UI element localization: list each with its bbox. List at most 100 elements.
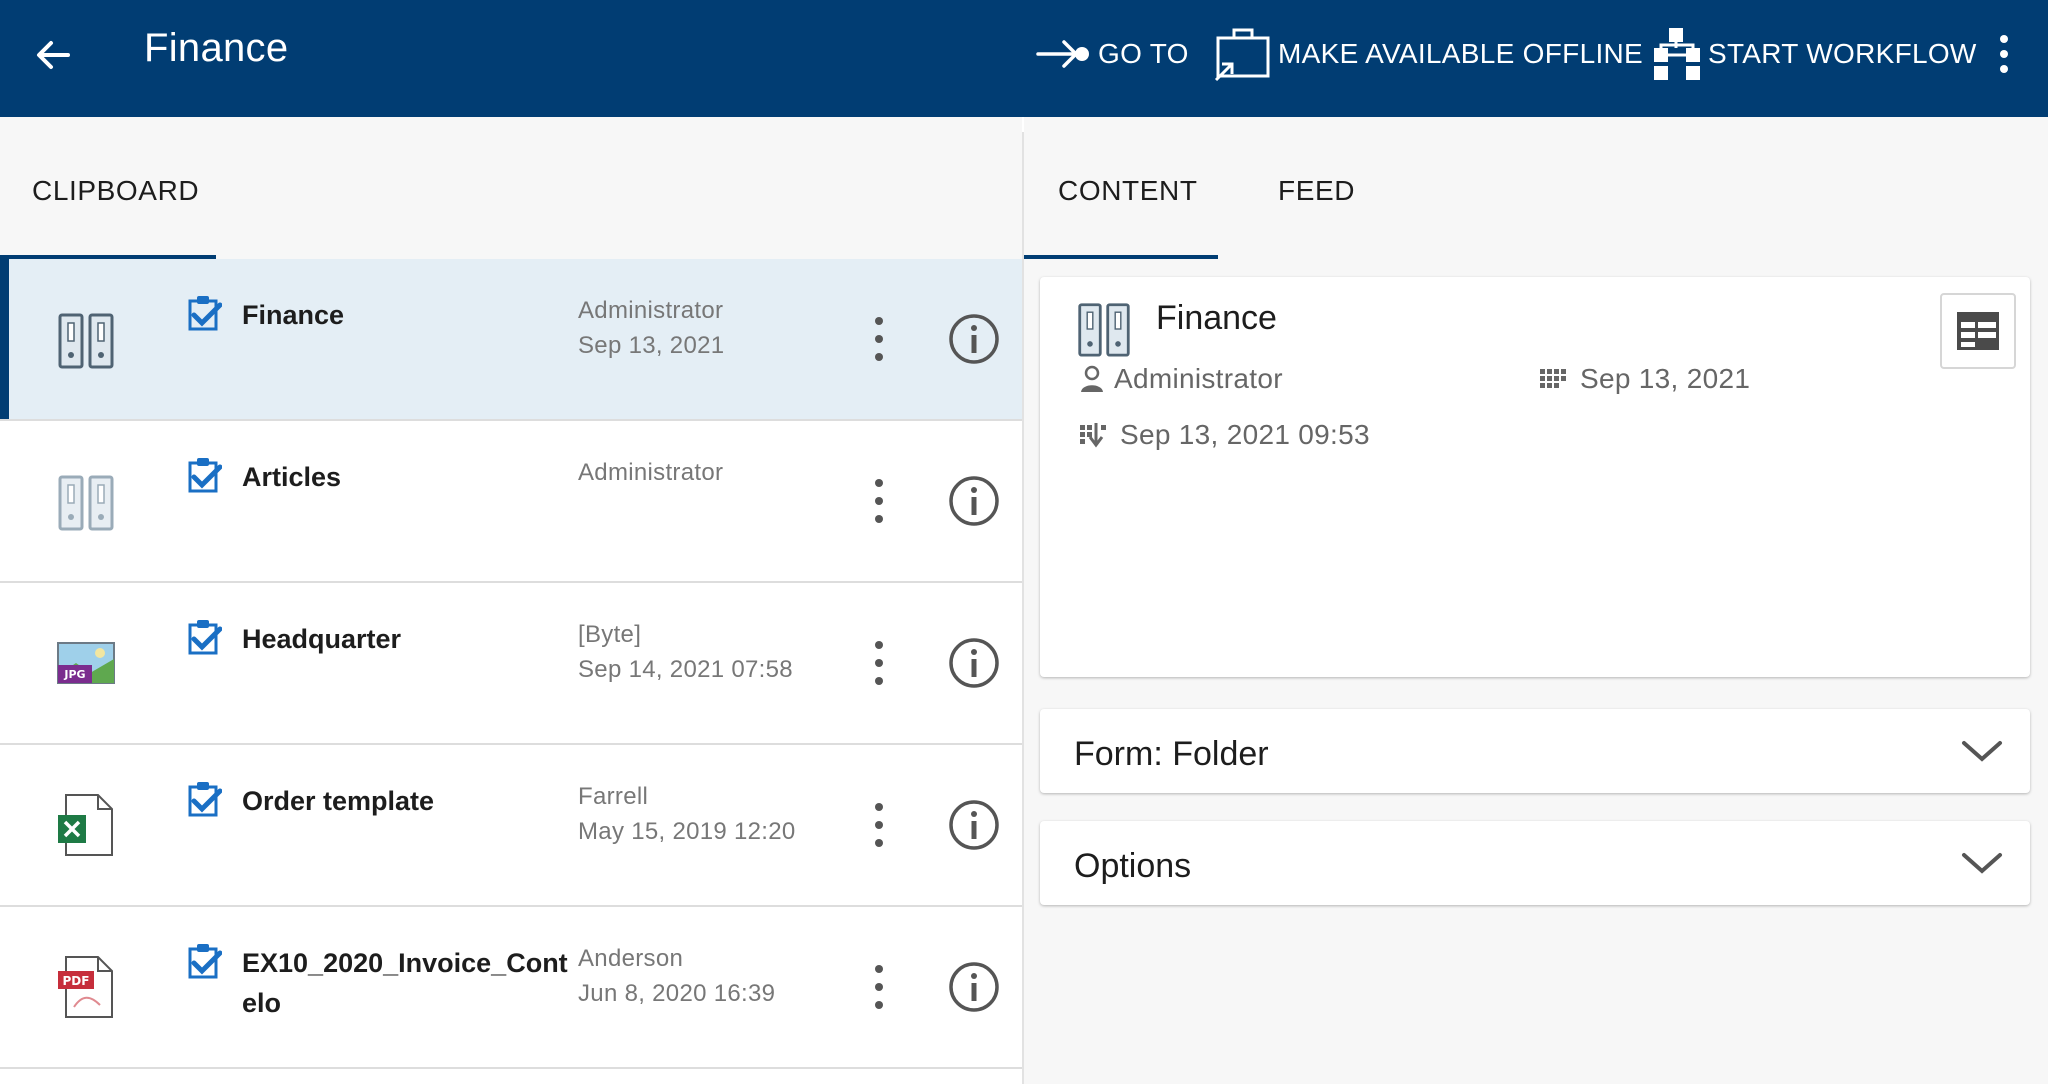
menu-dot <box>875 317 883 325</box>
info-icon[interactable] <box>948 313 1000 365</box>
info-icon[interactable] <box>948 475 1000 527</box>
clipboard-check-icon <box>188 458 222 493</box>
menu-dot <box>875 353 883 361</box>
options-section-label: Options <box>1074 847 1192 885</box>
calendar-grid-icon <box>1540 369 1566 388</box>
item-date: Sep 13, 2021 <box>578 332 725 359</box>
item-menu-button[interactable] <box>864 637 894 689</box>
item-meta: Administrator Sep 13, 2021 <box>578 293 724 363</box>
workflow-icon <box>1654 28 1700 80</box>
date-text: Sep 13, 2021 <box>1580 363 1751 394</box>
clipboard-pane: CLIPBOARD Finance Administrator Sep 13, … <box>0 117 1022 1084</box>
menu-dot <box>875 965 883 973</box>
chevron-down-icon <box>1962 853 2002 874</box>
more-dot <box>2000 35 2008 43</box>
more-options-button[interactable] <box>1986 28 2022 80</box>
info-icon[interactable] <box>948 637 1000 689</box>
right-tab-bar: CONTENT FEED <box>1024 117 2048 259</box>
tab-feed[interactable]: FEED <box>1278 175 1355 207</box>
table-view-button[interactable] <box>1940 293 2016 369</box>
item-date: Jun 8, 2020 16:39 <box>578 980 776 1007</box>
table-icon <box>1957 312 1999 350</box>
modified-text: Sep 13, 2021 09:53 <box>1120 419 1370 450</box>
menu-dot <box>875 677 883 685</box>
clipboard-check-icon <box>188 620 222 655</box>
item-menu-button[interactable] <box>864 799 894 851</box>
item-name: Order template <box>242 786 435 816</box>
item-meta: [Byte] Sep 14, 2021 07:58 <box>578 617 793 687</box>
form-section-label: Form: Folder <box>1074 735 1269 773</box>
item-name: Headquarter <box>242 624 402 654</box>
detail-title: Finance <box>1156 299 1277 337</box>
item-owner: Anderson <box>578 945 684 972</box>
clipboard-check-icon <box>188 944 222 979</box>
go-to-label: GO TO <box>1098 38 1189 69</box>
page-title: Finance <box>144 26 289 70</box>
menu-dot <box>875 1001 883 1009</box>
jpg-file-icon: JPG <box>57 642 115 684</box>
tab-content[interactable]: CONTENT <box>1058 175 1198 207</box>
item-owner: Farrell <box>578 783 649 810</box>
make-available-offline-button[interactable]: MAKE AVAILABLE OFFLINE <box>1212 24 1643 84</box>
tab-clipboard[interactable]: CLIPBOARD <box>32 175 199 207</box>
active-tab-indicator <box>1024 255 1218 259</box>
go-to-button[interactable]: GO TO <box>1036 24 1189 84</box>
menu-dot <box>875 839 883 847</box>
info-icon[interactable] <box>948 799 1000 851</box>
arrow-left-icon <box>37 41 70 69</box>
item-meta: Anderson Jun 8, 2020 16:39 <box>578 941 775 1011</box>
excel-file-icon <box>58 794 113 856</box>
clipboard-check-icon <box>188 296 222 331</box>
menu-dot <box>875 659 883 667</box>
list-item[interactable]: PDF EX10_2020_Invoice_Contelo Anderson J… <box>0 907 1022 1069</box>
back-button[interactable] <box>28 30 78 80</box>
left-tab-bar: CLIPBOARD <box>0 117 1022 259</box>
item-meta: Farrell May 15, 2019 12:20 <box>578 779 796 849</box>
item-owner: [Byte] <box>578 621 642 648</box>
more-dot <box>2000 65 2008 73</box>
start-workflow-button[interactable]: START WORKFLOW <box>1652 24 1977 84</box>
menu-dot <box>875 335 883 343</box>
list-item[interactable]: JPG Headquarter [Byte] Sep 14, 2021 07:5… <box>0 583 1022 745</box>
offline-briefcase-icon <box>1214 28 1270 82</box>
item-name: Articles <box>242 462 342 492</box>
pdf-file-icon: PDF <box>58 956 113 1018</box>
item-owner: Administrator <box>578 459 724 486</box>
detail-date: Sep 13, 2021 <box>1540 363 1750 395</box>
item-date: May 15, 2019 12:20 <box>578 818 796 845</box>
offline-label: MAKE AVAILABLE OFFLINE <box>1278 38 1644 69</box>
menu-dot <box>875 497 883 505</box>
menu-dot <box>875 983 883 991</box>
chevron-down-icon <box>1962 741 2002 762</box>
user-icon <box>1081 365 1103 392</box>
info-icon[interactable] <box>948 961 1000 1013</box>
list-item[interactable]: Articles Administrator <box>0 421 1022 583</box>
detail-owner: Administrator <box>1080 363 1283 395</box>
folder-icon <box>58 313 114 369</box>
svg-text:PDF: PDF <box>63 974 90 988</box>
selection-indicator <box>0 259 9 419</box>
item-menu-button[interactable] <box>864 313 894 365</box>
detail-pane: CONTENT FEED Finance Administrator Sep 1… <box>1024 117 2048 1084</box>
form-section[interactable]: Form: Folder <box>1040 709 2030 793</box>
item-name: Finance <box>242 300 345 330</box>
menu-dot <box>875 479 883 487</box>
calendar-download-icon <box>1080 423 1106 448</box>
item-owner: Administrator <box>578 297 724 324</box>
item-menu-button[interactable] <box>864 475 894 527</box>
options-section[interactable]: Options <box>1040 821 2030 905</box>
item-meta: Administrator <box>578 455 723 490</box>
app-bar: Finance GO TO MAKE AVAILABLE OFFLINE STA… <box>0 0 2048 117</box>
list-item[interactable]: Order template Farrell May 15, 2019 12:2… <box>0 745 1022 907</box>
item-menu-button[interactable] <box>864 961 894 1013</box>
more-dot <box>2000 50 2008 58</box>
list-item[interactable]: Finance Administrator Sep 13, 2021 <box>0 259 1022 421</box>
workflow-label: START WORKFLOW <box>1708 38 1977 69</box>
menu-dot <box>875 803 883 811</box>
detail-modified: Sep 13, 2021 09:53 <box>1080 419 1370 451</box>
item-date: Sep 14, 2021 07:58 <box>578 656 793 683</box>
folder-icon <box>58 475 114 531</box>
menu-dot <box>875 821 883 829</box>
menu-dot <box>875 515 883 523</box>
owner-text: Administrator <box>1114 363 1283 394</box>
